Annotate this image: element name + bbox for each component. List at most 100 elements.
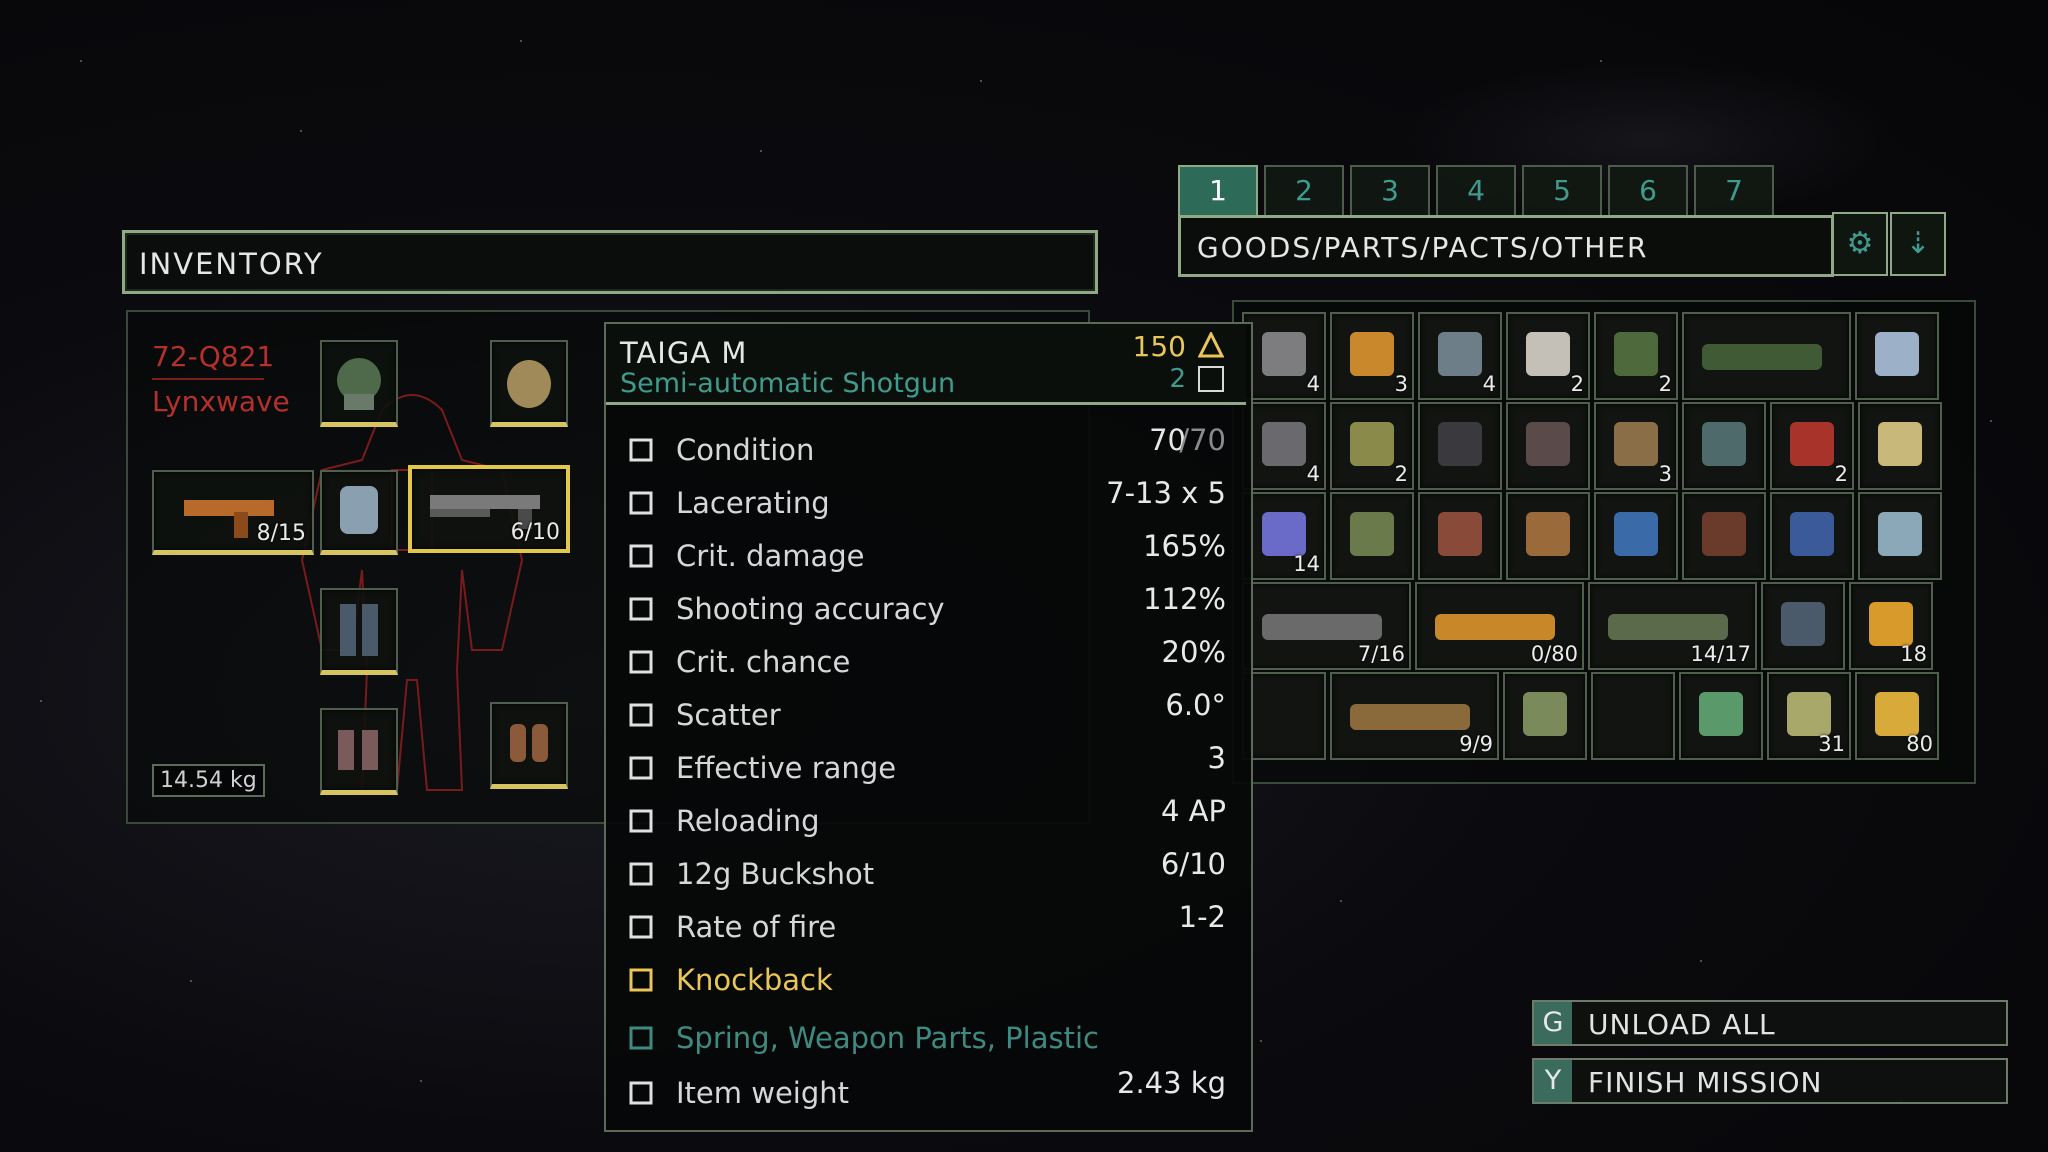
item-quantity: 2 bbox=[1394, 462, 1408, 486]
item-slot-red-device[interactable]: 2 bbox=[1770, 402, 1854, 490]
stat-row: Spring, Weapon Parts, Plastic bbox=[626, 1017, 1226, 1057]
tooltip-header: TAIGA M Semi-automatic Shotgun 150 2 bbox=[606, 324, 1246, 405]
character-id-underline bbox=[152, 378, 264, 380]
tab-2[interactable]: 2 bbox=[1264, 165, 1344, 217]
weapon-ammo-count: 6/10 bbox=[510, 520, 560, 545]
inventory-header: INVENTORY bbox=[122, 230, 1098, 294]
item-slot-cloth[interactable]: 14 bbox=[1242, 492, 1326, 580]
star bbox=[1340, 900, 1342, 902]
item-slot-keycard[interactable] bbox=[1855, 312, 1939, 400]
item-slot-wood-scraps[interactable]: 3 bbox=[1594, 402, 1678, 490]
shotgun-icon bbox=[1350, 704, 1470, 730]
boots-slot[interactable] bbox=[320, 708, 398, 795]
tab-7[interactable]: 7 bbox=[1694, 165, 1774, 217]
item-quantity: 7/16 bbox=[1357, 642, 1405, 666]
spring-coil-icon bbox=[1350, 512, 1394, 556]
item-quantity: 4 bbox=[1306, 462, 1320, 486]
item-slot-metal-box[interactable] bbox=[1506, 402, 1590, 490]
item-slot-shotgun[interactable]: 9/9 bbox=[1330, 672, 1499, 760]
item-slot-white-armor[interactable] bbox=[1858, 492, 1942, 580]
item-slot-blue-box[interactable] bbox=[1594, 492, 1678, 580]
item-slot-pistol[interactable]: 14/17 bbox=[1588, 582, 1757, 670]
item-slot-lantern-box[interactable] bbox=[1682, 402, 1766, 490]
helmet-slot[interactable] bbox=[320, 340, 398, 427]
right-weapon-slot[interactable]: 6/10 bbox=[408, 465, 570, 553]
body-armor-slot[interactable] bbox=[320, 470, 398, 555]
scope-part-icon bbox=[1438, 332, 1482, 376]
item-quantity: 31 bbox=[1818, 732, 1845, 756]
item-slot-green-crate[interactable]: 2 bbox=[1594, 312, 1678, 400]
item-quantity: 3 bbox=[1658, 462, 1672, 486]
item-slot-ammo-box[interactable]: 3 bbox=[1330, 312, 1414, 400]
item-slot-vest[interactable] bbox=[1761, 582, 1845, 670]
item-quantity: 4 bbox=[1482, 372, 1496, 396]
tab-3[interactable]: 3 bbox=[1350, 165, 1430, 217]
stat-label: Scatter bbox=[676, 698, 781, 732]
left-weapon-slot[interactable]: 8/15 bbox=[152, 470, 314, 555]
item-slot-medkit[interactable]: 2 bbox=[1506, 312, 1590, 400]
item-slot-spring-coil[interactable] bbox=[1330, 492, 1414, 580]
item-slot-gear-parts[interactable]: 4 bbox=[1242, 402, 1326, 490]
item-tooltip: TAIGA M Semi-automatic Shotgun 150 2 Con… bbox=[604, 322, 1253, 1132]
item-slot-syringe[interactable] bbox=[1858, 402, 1942, 490]
item-slot-green-container[interactable] bbox=[1682, 312, 1851, 400]
stat-label: Spring, Weapon Parts, Plastic bbox=[676, 1021, 1099, 1055]
tab-6[interactable]: 6 bbox=[1608, 165, 1688, 217]
empty-slot[interactable] bbox=[1591, 672, 1675, 760]
character-id[interactable]: 72-Q821 bbox=[152, 340, 274, 373]
item-slot-cash[interactable] bbox=[1679, 672, 1763, 760]
item-slot-canister[interactable] bbox=[1503, 672, 1587, 760]
blue-box-icon bbox=[1614, 512, 1658, 556]
stat-value: 4 AP bbox=[1161, 794, 1226, 828]
stat-label: Effective range bbox=[676, 751, 897, 785]
item-slot-heavy-gun[interactable]: 0/80 bbox=[1415, 582, 1584, 670]
gloves-slot[interactable] bbox=[490, 702, 568, 789]
star bbox=[1600, 60, 1602, 62]
sort-button[interactable]: ⇣ bbox=[1890, 212, 1946, 276]
unload-all-button[interactable]: G UNLOAD ALL bbox=[1532, 1000, 2008, 1046]
stat-label: Reloading bbox=[676, 804, 820, 838]
tab-5[interactable]: 5 bbox=[1522, 165, 1602, 217]
star bbox=[760, 150, 762, 152]
item-slot-wooden-crate[interactable] bbox=[1506, 492, 1590, 580]
cartridges-icon bbox=[1869, 602, 1913, 646]
stat-row: 12g Buckshot 6/10 bbox=[626, 847, 1226, 893]
tab-1[interactable]: 1 bbox=[1178, 165, 1258, 217]
stat-value: 6.0° bbox=[1165, 688, 1226, 722]
pants-icon bbox=[340, 604, 378, 656]
wooden-crate-icon bbox=[1526, 512, 1570, 556]
item-count: 2 bbox=[1169, 364, 1186, 394]
item-slot-bullets-gold[interactable]: 80 bbox=[1855, 672, 1939, 760]
stat-row: Crit. chance 20% bbox=[626, 635, 1226, 681]
pants-slot[interactable] bbox=[320, 588, 398, 675]
wood-scraps-icon bbox=[1614, 422, 1658, 466]
item-slot-battery[interactable]: 2 bbox=[1330, 402, 1414, 490]
stat-value: 6/10 bbox=[1160, 847, 1226, 881]
tab-4[interactable]: 4 bbox=[1436, 165, 1516, 217]
stat-row: Lacerating 7-13 x 5 bbox=[626, 476, 1226, 522]
finish-mission-button[interactable]: Y FINISH MISSION bbox=[1532, 1058, 2008, 1104]
item-slot-ore-bucket[interactable] bbox=[1418, 492, 1502, 580]
item-price: 150 bbox=[1132, 330, 1186, 363]
boots-icon bbox=[338, 730, 378, 770]
gear-parts-icon bbox=[1262, 422, 1306, 466]
settings-button[interactable]: ⚙ bbox=[1832, 212, 1888, 276]
armor-icon bbox=[340, 486, 378, 534]
item-slot-cartridges[interactable]: 18 bbox=[1849, 582, 1933, 670]
item-slot-scope-part[interactable]: 4 bbox=[1418, 312, 1502, 400]
star bbox=[1990, 420, 1992, 422]
item-slot-blue-armor[interactable] bbox=[1770, 492, 1854, 580]
item-slot-rifle[interactable]: 7/16 bbox=[1242, 582, 1411, 670]
backpack-slot[interactable] bbox=[490, 340, 568, 427]
cash-icon bbox=[1699, 692, 1743, 736]
action-label: UNLOAD ALL bbox=[1588, 1008, 1776, 1041]
empty-slot[interactable] bbox=[1242, 672, 1326, 760]
item-slot-coal[interactable] bbox=[1418, 402, 1502, 490]
item-slot-organic-matter[interactable] bbox=[1682, 492, 1766, 580]
stat-value: 3 bbox=[1207, 741, 1226, 775]
star bbox=[1700, 960, 1702, 962]
item-slot-metal-plate[interactable]: 4 bbox=[1242, 312, 1326, 400]
hourglass-icon bbox=[626, 806, 656, 836]
item-slot-bullets-green[interactable]: 31 bbox=[1767, 672, 1851, 760]
stat-label: Lacerating bbox=[676, 486, 830, 520]
